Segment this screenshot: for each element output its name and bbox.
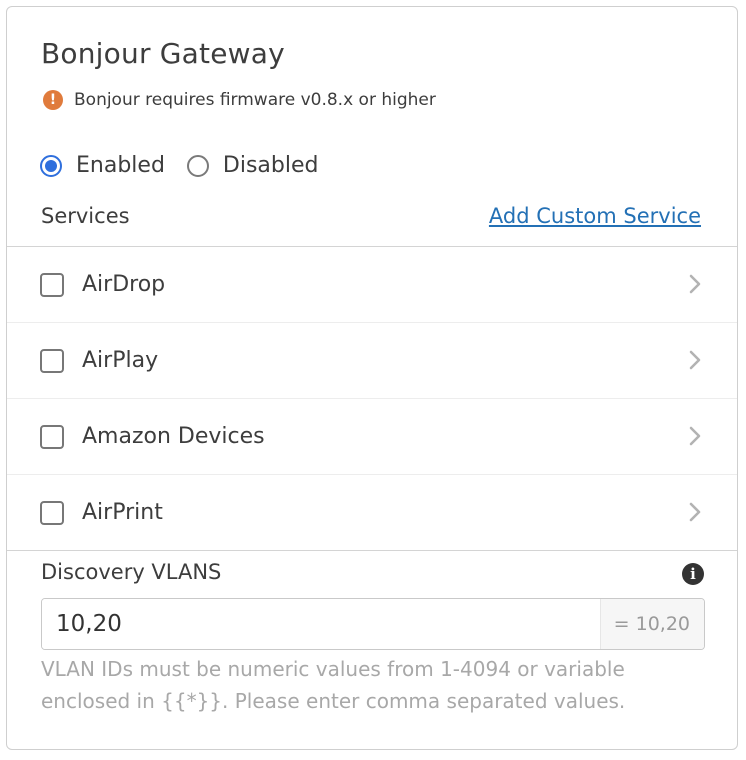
- service-label: AirPlay: [82, 348, 159, 373]
- chevron-right-icon[interactable]: [689, 274, 701, 294]
- discovery-vlans-label: Discovery VLANS: [41, 560, 222, 584]
- service-row-airplay[interactable]: AirPlay: [7, 323, 737, 399]
- discovery-vlans-field: = 10,20: [41, 598, 705, 650]
- service-label: Amazon Devices: [82, 424, 265, 449]
- chevron-right-icon[interactable]: [689, 350, 701, 370]
- chevron-right-icon[interactable]: [689, 502, 701, 522]
- info-icon[interactable]: i: [682, 563, 704, 585]
- add-custom-service-link[interactable]: Add Custom Service: [489, 204, 701, 228]
- service-row-airdrop[interactable]: AirDrop: [7, 247, 737, 323]
- service-label: AirDrop: [82, 272, 166, 297]
- service-row-amazon-devices[interactable]: Amazon Devices: [7, 399, 737, 475]
- enabled-radio[interactable]: Enabled: [40, 153, 165, 178]
- resolved-value: = 10,20: [600, 599, 704, 649]
- warning-text: Bonjour requires firmware v0.8.x or high…: [74, 90, 436, 110]
- service-row-airprint[interactable]: AirPrint: [7, 475, 737, 550]
- warning-exclamation-icon: !: [43, 90, 63, 110]
- disabled-label: Disabled: [222, 153, 319, 178]
- services-list: AirDrop AirPlay Amazon Devices AirPrint: [7, 246, 737, 551]
- chevron-right-icon[interactable]: [689, 426, 701, 446]
- disabled-radio[interactable]: Disabled: [186, 153, 319, 178]
- vlan-help-text: VLAN IDs must be numeric values from 1-4…: [41, 657, 626, 713]
- service-checkbox[interactable]: [40, 272, 64, 297]
- radio-unselected-icon[interactable]: [186, 154, 209, 177]
- service-checkbox[interactable]: [40, 424, 64, 449]
- panel-title: Bonjour Gateway: [41, 37, 285, 70]
- radio-selected-icon[interactable]: [40, 154, 62, 177]
- service-checkbox[interactable]: [40, 348, 64, 373]
- enabled-label: Enabled: [76, 153, 165, 178]
- bonjour-gateway-panel: Bonjour Gateway ! Bonjour requires firmw…: [6, 6, 738, 750]
- service-label: AirPrint: [82, 500, 163, 525]
- services-heading: Services: [41, 204, 130, 228]
- mode-radio-group: Enabled Disabled: [40, 153, 340, 178]
- firmware-warning: ! Bonjour requires firmware v0.8.x or hi…: [43, 90, 436, 110]
- discovery-vlans-input[interactable]: [42, 599, 600, 649]
- service-checkbox[interactable]: [40, 500, 64, 525]
